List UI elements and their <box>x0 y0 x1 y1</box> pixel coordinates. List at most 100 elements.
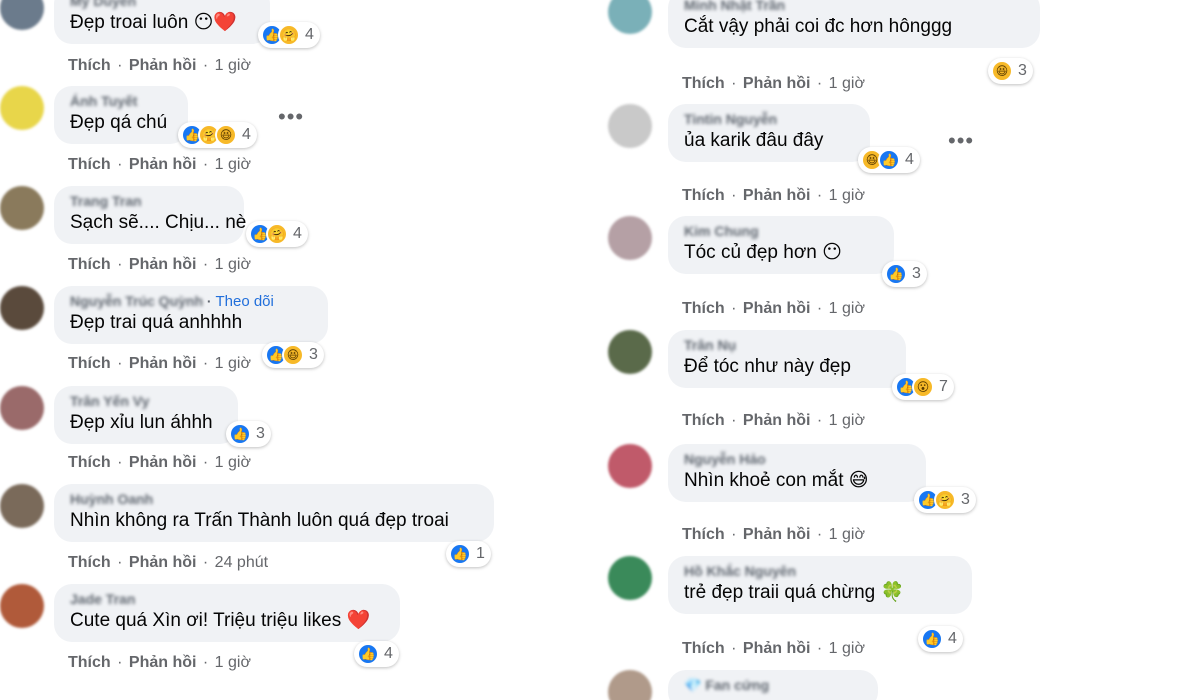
reaction-summary[interactable]: 😆 3 <box>988 58 1033 84</box>
reaction-summary[interactable]: 👍 🤗 3 <box>914 487 976 513</box>
avatar[interactable] <box>608 104 652 148</box>
avatar[interactable] <box>608 216 652 260</box>
like-action[interactable]: Thích <box>682 526 725 543</box>
reply-action[interactable]: Phản hồi <box>129 57 197 74</box>
comment-timestamp[interactable]: 24 phút <box>215 554 268 571</box>
like-action[interactable]: Thích <box>68 57 111 74</box>
reply-action[interactable]: Phản hồi <box>129 454 197 471</box>
avatar[interactable] <box>0 186 44 230</box>
reaction-summary[interactable]: 👍 😮 7 <box>892 374 954 400</box>
avatar[interactable] <box>608 0 652 34</box>
separator-dot: · <box>112 156 127 173</box>
comment-timestamp[interactable]: 1 giờ <box>829 187 865 204</box>
author-name[interactable]: Nguyễn Hảo <box>684 451 766 467</box>
reaction-summary[interactable]: 👍 🤗 4 <box>258 22 320 48</box>
comment-author[interactable]: Trân Nụ <box>684 336 890 354</box>
avatar[interactable] <box>0 386 44 430</box>
author-name[interactable]: Mỹ Duyên <box>70 0 136 9</box>
reply-action[interactable]: Phản hồi <box>743 300 811 317</box>
comment-author[interactable]: Huỳnh Oanh <box>70 490 478 508</box>
like-action[interactable]: Thích <box>682 75 725 92</box>
author-name[interactable]: 💎 Fan cứng <box>684 677 769 693</box>
author-name[interactable]: Tintin Nguyễn <box>684 111 777 127</box>
reply-action[interactable]: Phản hồi <box>743 187 811 204</box>
avatar[interactable] <box>608 556 652 600</box>
comment-timestamp[interactable]: 1 giờ <box>215 156 251 173</box>
reply-action[interactable]: Phản hồi <box>129 156 197 173</box>
like-action[interactable]: Thích <box>68 355 111 372</box>
author-name[interactable]: Trân Nụ <box>684 337 736 353</box>
reaction-summary[interactable]: 👍 😆 3 <box>262 342 324 368</box>
author-name[interactable]: Huỳnh Oanh <box>70 491 153 507</box>
comment-author[interactable]: 💎 Fan cứng <box>684 676 862 694</box>
comment-timestamp[interactable]: 1 giờ <box>215 355 251 372</box>
comment-timestamp[interactable]: 1 giờ <box>829 300 865 317</box>
comment-author[interactable]: Kim Chung <box>684 222 878 240</box>
comment-timestamp[interactable]: 1 giờ <box>215 57 251 74</box>
reaction-summary[interactable]: 👍 1 <box>446 541 491 567</box>
avatar[interactable] <box>0 484 44 528</box>
avatar[interactable] <box>608 444 652 488</box>
reply-action[interactable]: Phản hồi <box>129 355 197 372</box>
avatar[interactable] <box>0 0 44 30</box>
comment-author[interactable]: Ánh Tuyết <box>70 92 172 110</box>
follow-link[interactable]: Theo dõi <box>215 293 273 310</box>
comment-author[interactable]: Nguyễn Hảo <box>684 450 910 468</box>
reply-action[interactable]: Phản hồi <box>743 412 811 429</box>
reaction-count: 3 <box>961 491 970 508</box>
author-name[interactable]: Trang Tran <box>70 193 142 209</box>
like-action[interactable]: Thích <box>682 187 725 204</box>
comment-timestamp[interactable]: 1 giờ <box>215 256 251 273</box>
author-name[interactable]: Minh Nhật Trần <box>684 0 785 13</box>
avatar[interactable] <box>0 86 44 130</box>
comment-timestamp[interactable]: 1 giờ <box>829 640 865 657</box>
reaction-summary[interactable]: 👍 🤗 4 <box>246 221 308 247</box>
reply-action[interactable]: Phản hồi <box>129 554 197 571</box>
comment-timestamp[interactable]: 1 giờ <box>215 454 251 471</box>
avatar[interactable] <box>608 330 652 374</box>
reaction-summary[interactable]: 👍 🤗 😆 4 <box>178 122 257 148</box>
like-action[interactable]: Thích <box>682 640 725 657</box>
author-name[interactable]: Hồ Khắc Nguyên <box>684 563 796 579</box>
author-name[interactable]: Ánh Tuyết <box>70 93 137 109</box>
like-action[interactable]: Thích <box>68 654 111 671</box>
reply-action[interactable]: Phản hồi <box>129 654 197 671</box>
comment-author[interactable]: Nguyễn Trúc Quỳnh · Theo dõi <box>70 292 312 310</box>
reply-action[interactable]: Phản hồi <box>743 75 811 92</box>
reaction-summary[interactable]: 👍 3 <box>226 421 271 447</box>
author-name[interactable]: Kim Chung <box>684 223 759 239</box>
comment-timestamp[interactable]: 1 giờ <box>829 526 865 543</box>
more-options-icon[interactable]: ••• <box>948 130 974 152</box>
author-name[interactable]: Nguyễn Trúc Quỳnh <box>70 293 203 309</box>
comment-author[interactable]: Jade Tran <box>70 590 384 608</box>
like-action[interactable]: Thích <box>682 300 725 317</box>
comment-author[interactable]: Tintin Nguyễn <box>684 110 854 128</box>
author-name[interactable]: Jade Tran <box>70 591 135 607</box>
reply-action[interactable]: Phản hồi <box>129 256 197 273</box>
like-action[interactable]: Thích <box>682 412 725 429</box>
more-options-icon[interactable]: ••• <box>278 106 304 128</box>
like-action[interactable]: Thích <box>68 156 111 173</box>
author-name[interactable]: Trân Yến Vy <box>70 393 149 409</box>
separator-dot: · <box>726 75 741 92</box>
comment-author[interactable]: Trân Yến Vy <box>70 392 222 410</box>
comment-timestamp[interactable]: 1 giờ <box>829 75 865 92</box>
like-action[interactable]: Thích <box>68 554 111 571</box>
comment-timestamp[interactable]: 1 giờ <box>829 412 865 429</box>
comment-author[interactable]: Hồ Khắc Nguyên <box>684 562 956 580</box>
reaction-summary[interactable]: 👍 4 <box>918 626 963 652</box>
avatar[interactable] <box>608 670 652 700</box>
avatar[interactable] <box>0 584 44 628</box>
comment-timestamp[interactable]: 1 giờ <box>215 654 251 671</box>
comment-author[interactable]: Mỹ Duyên <box>70 0 254 10</box>
reaction-summary[interactable]: 👍 3 <box>882 261 927 287</box>
like-action[interactable]: Thích <box>68 256 111 273</box>
reaction-summary[interactable]: 👍 4 <box>354 641 399 667</box>
reply-action[interactable]: Phản hồi <box>743 640 811 657</box>
reaction-summary[interactable]: 😆 👍 4 <box>858 147 920 173</box>
like-action[interactable]: Thích <box>68 454 111 471</box>
reply-action[interactable]: Phản hồi <box>743 526 811 543</box>
avatar[interactable] <box>0 286 44 330</box>
comment-author[interactable]: Minh Nhật Trần <box>684 0 1024 14</box>
comment-author[interactable]: Trang Tran <box>70 192 228 210</box>
